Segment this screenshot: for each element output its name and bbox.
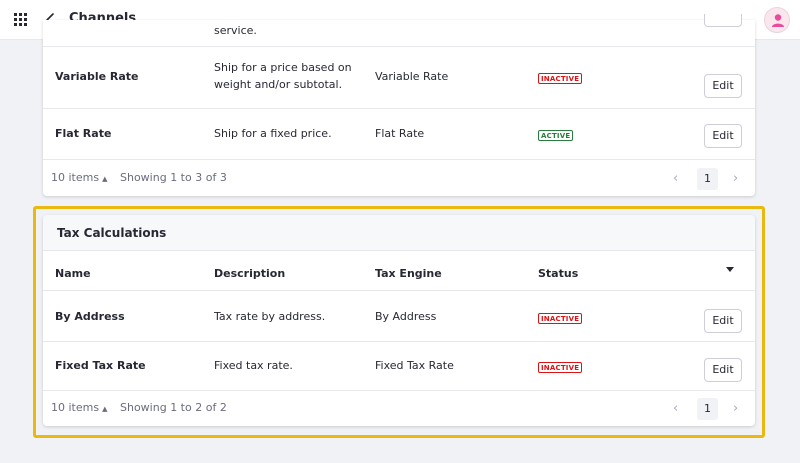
row-name: Fixed Tax Rate <box>55 359 146 372</box>
row-description: Tax rate by address. <box>214 310 326 323</box>
column-header-tax-engine[interactable]: Tax Engine <box>375 265 442 282</box>
chevron-right-icon[interactable]: › <box>733 401 738 416</box>
sort-caret-icon: ▲︎ <box>102 175 108 183</box>
status-cell: INACTIVE <box>538 309 583 326</box>
row-engine: By Address <box>375 310 437 323</box>
table-row: service. <box>43 14 755 47</box>
status-cell: INACTIVE <box>538 69 583 86</box>
pagination-results: Showing 1 to 2 of 2 <box>120 401 227 414</box>
column-header-status[interactable]: Status <box>538 265 578 282</box>
page-number-button[interactable]: 1 <box>697 168 718 190</box>
user-icon <box>772 14 784 27</box>
chevron-right-icon[interactable]: › <box>733 171 738 186</box>
status-badge: ACTIVE <box>538 130 574 141</box>
pagination-bar: 10 items ▲︎ Showing 1 to 3 of 3 ‹ 1 › <box>43 161 755 196</box>
status-badge: INACTIVE <box>538 73 583 84</box>
sort-caret-icon: ▲︎ <box>102 405 108 413</box>
table-row: By Address Tax rate by address. By Addre… <box>43 291 755 342</box>
user-avatar[interactable] <box>764 7 790 33</box>
chevron-left-icon[interactable]: ‹ <box>673 171 678 186</box>
edit-button[interactable]: Edit <box>704 74 742 98</box>
row-engine: Flat Rate <box>375 127 425 140</box>
pagination-results: Showing 1 to 3 of 3 <box>120 171 227 184</box>
card-title: Tax Calculations <box>57 226 167 240</box>
row-engine: Variable Rate <box>375 70 449 83</box>
caret-down-icon[interactable] <box>726 267 734 272</box>
status-badge: INACTIVE <box>538 313 583 324</box>
chevron-left-icon[interactable]: ‹ <box>673 401 678 416</box>
table-row: Fixed Tax Rate Fixed tax rate. Fixed Tax… <box>43 342 755 391</box>
items-per-page-select[interactable]: 10 items ▲︎ <box>51 401 107 414</box>
row-description: Ship for a price based on weight and/or … <box>214 61 352 91</box>
row-engine: Fixed Tax Rate <box>375 359 454 372</box>
column-header-name[interactable]: Name <box>55 265 91 282</box>
card-header: Tax Calculations <box>43 215 755 251</box>
page-number-button[interactable]: 1 <box>697 398 718 420</box>
tax-calculations-card: Tax Calculations Name Description Tax En… <box>43 215 755 426</box>
edit-button[interactable]: Edit <box>704 358 742 382</box>
column-header-description[interactable]: Description <box>214 265 354 282</box>
row-description: Ship for a fixed price. <box>214 127 332 140</box>
status-cell: ACTIVE <box>538 126 574 143</box>
table-header: Name Description Tax Engine Status <box>43 251 755 291</box>
status-badge: INACTIVE <box>538 362 583 373</box>
row-description: service. <box>214 24 257 37</box>
table-row: Flat Rate Ship for a fixed price. Flat R… <box>43 109 755 160</box>
edit-button[interactable]: Edit <box>704 124 742 148</box>
row-name: By Address <box>55 310 125 323</box>
row-name: Variable Rate <box>55 70 139 83</box>
pagination-bar: 10 items ▲︎ Showing 1 to 2 of 2 ‹ 1 › <box>43 391 755 426</box>
items-per-page-label: 10 items <box>51 171 100 184</box>
shipping-methods-card: service. Variable Rate Ship for a price … <box>43 14 755 196</box>
status-cell: INACTIVE <box>538 358 583 375</box>
row-name: Flat Rate <box>55 127 112 140</box>
row-description: Fixed tax rate. <box>214 359 293 372</box>
table-row: Variable Rate Ship for a price based on … <box>43 47 755 109</box>
items-per-page-select[interactable]: 10 items ▲︎ <box>51 171 107 184</box>
edit-button[interactable]: Edit <box>704 309 742 333</box>
edit-button[interactable] <box>704 14 742 27</box>
apps-grid-icon[interactable] <box>14 13 27 26</box>
items-per-page-label: 10 items <box>51 401 100 414</box>
